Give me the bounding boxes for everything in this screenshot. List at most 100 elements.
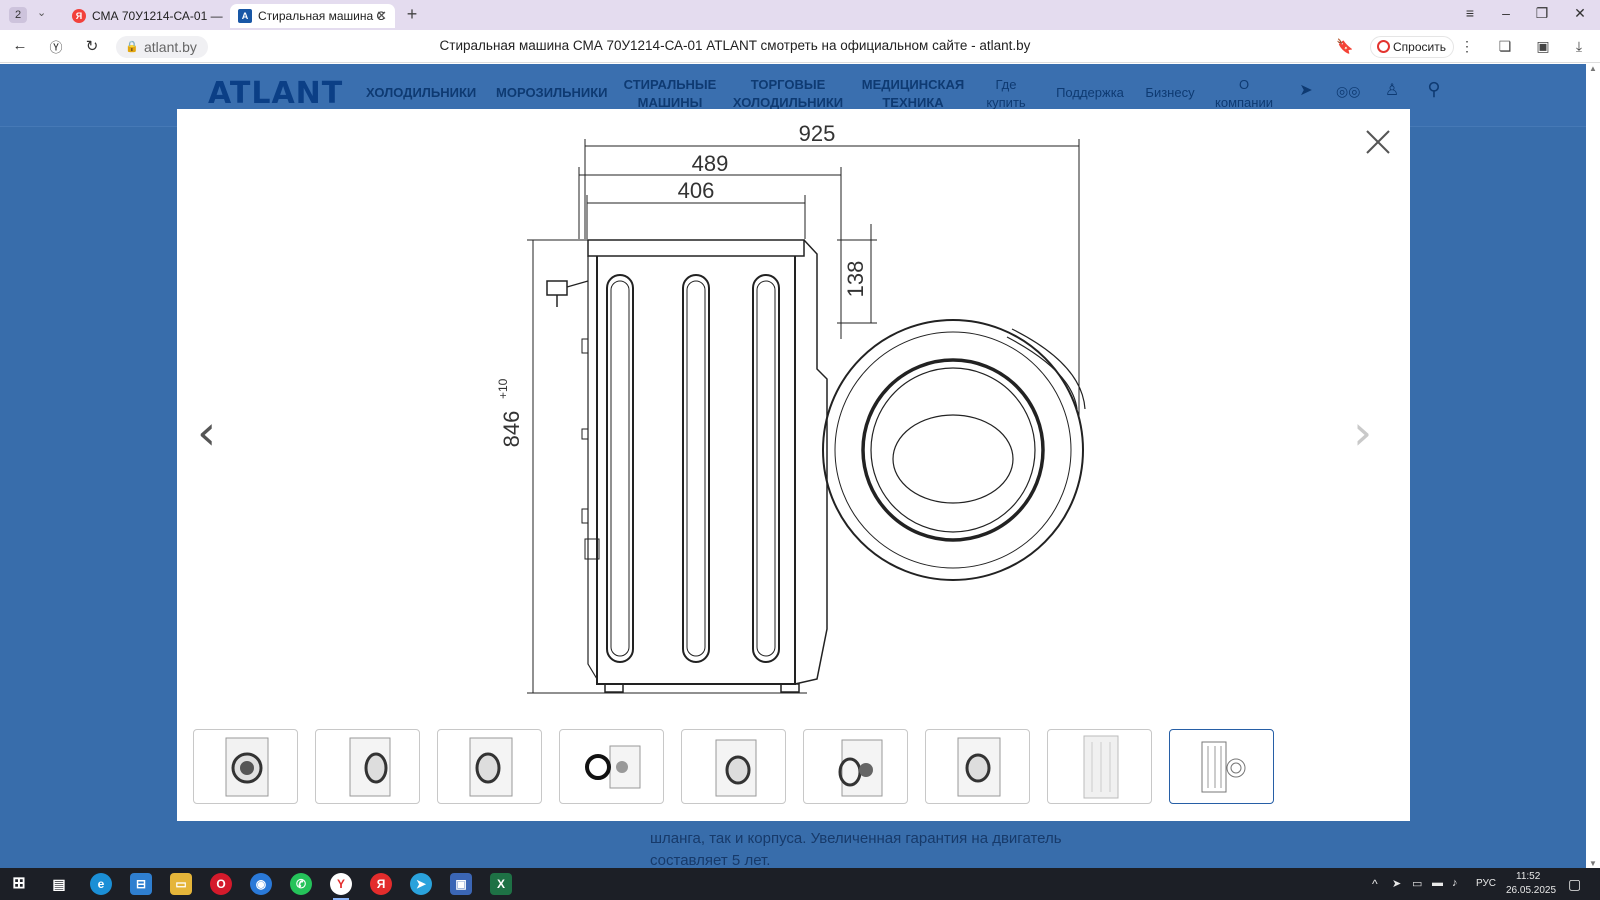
dim-tolerance: +10 — [496, 378, 510, 399]
dim-label-489: 489 — [692, 151, 729, 176]
thumbnail[interactable] — [559, 729, 664, 804]
dim-label-925: 925 — [799, 121, 836, 146]
thumbnail[interactable] — [681, 729, 786, 804]
opera-icon[interactable]: O — [210, 873, 232, 895]
dim-label-138: 138 — [843, 261, 868, 298]
telegram-icon[interactable]: ➤ — [410, 873, 432, 895]
nav-washing-machines[interactable]: СТИРАЛЬНЫЕ МАШИНЫ — [620, 76, 720, 112]
yandex-home-icon[interactable]: Ⓨ — [46, 37, 66, 56]
scroll-down-icon[interactable]: ▼ — [1589, 859, 1597, 868]
thumbnail[interactable] — [1047, 729, 1152, 804]
language-indicator[interactable]: РУС — [1476, 878, 1496, 889]
scroll-up-icon[interactable]: ▲ — [1589, 64, 1597, 73]
dimension-drawing: 925 489 406 138 846 +10 — [496, 121, 1086, 694]
more-icon[interactable]: ⋮ — [1458, 38, 1476, 55]
thumbnail[interactable] — [193, 729, 298, 804]
image-lightbox: 925 489 406 138 846 +10 ‹ › — [177, 109, 1410, 821]
close-icon[interactable] — [1363, 127, 1393, 157]
washer-side-image — [1083, 735, 1119, 799]
browser-tab-atlant[interactable]: A Стиральная машина С ✕ — [230, 4, 395, 28]
store-icon[interactable]: ⊟ — [130, 873, 152, 895]
clock-date[interactable]: 26.05.2025 — [1506, 885, 1556, 896]
washer-front-image — [225, 737, 269, 797]
compare-icon[interactable]: ◎◎ — [1336, 82, 1360, 100]
washer-angle-image — [715, 739, 757, 797]
nav-about[interactable]: О компании — [1212, 76, 1276, 112]
reload-button[interactable]: ↻ — [82, 37, 102, 55]
menu-icon[interactable]: ≡ — [1460, 5, 1480, 21]
product-description-line: шланга, так и корпуса. Увеличенная гаран… — [650, 830, 1062, 847]
extensions-icon[interactable]: ▣ — [1534, 38, 1552, 55]
bookmark-icon[interactable]: 🔖 — [1336, 38, 1354, 55]
new-tab-button[interactable]: + — [402, 5, 422, 25]
nav-commercial-fridges[interactable]: ТОРГОВЫЕ ХОЛОДИЛЬНИКИ — [728, 76, 848, 112]
notifications-icon[interactable]: ▢ — [1568, 876, 1581, 893]
task-view-icon[interactable]: ▤ — [48, 873, 70, 895]
close-tab-icon[interactable]: ✕ — [376, 4, 387, 28]
washer-door-open-image — [838, 739, 883, 797]
clock-time[interactable]: 11:52 — [1516, 871, 1540, 882]
atlant-favicon-icon: A — [238, 9, 252, 23]
url-text: atlant.by — [144, 39, 197, 55]
dim-label-846: 846 — [499, 411, 524, 448]
tab-label: СМА 70У1214-СА-01 — Я — [92, 9, 226, 23]
close-window-button[interactable]: ✕ — [1570, 5, 1590, 22]
chevron-down-icon[interactable]: ⌄ — [37, 6, 46, 19]
previous-image-arrow[interactable]: ‹ — [197, 409, 216, 457]
alice-icon — [1377, 40, 1390, 53]
whatsapp-icon[interactable]: ✆ — [290, 873, 312, 895]
app-icon[interactable]: ▣ — [450, 873, 472, 895]
back-button[interactable]: ← — [10, 37, 30, 54]
yandex-browser-icon[interactable]: Y — [330, 873, 352, 900]
tray-display-icon[interactable]: ▭ — [1412, 877, 1422, 890]
atlant-logo[interactable]: ATLANT — [208, 76, 343, 111]
page-title: Стиральная машина СМА 70У1214-СА-01 ATLA… — [439, 38, 1031, 53]
address-bar: ← Ⓨ ↻ 🔒 atlant.by Стиральная машина СМА … — [0, 30, 1600, 63]
edge-icon[interactable]: e — [90, 873, 112, 895]
downloads-icon[interactable]: ⤓ — [1570, 38, 1588, 55]
ask-alice-button[interactable]: Спросить — [1370, 36, 1454, 58]
nav-refrigerators[interactable]: ХОЛОДИЛЬНИКИ — [366, 84, 476, 102]
tab-counter[interactable]: 2 — [9, 7, 27, 23]
thumbnail-active[interactable] — [1169, 729, 1274, 804]
nav-where-to-buy[interactable]: Где купить — [985, 76, 1027, 112]
dim-label-406: 406 — [678, 178, 715, 203]
washer-door-open-image — [585, 745, 641, 789]
page-scrollbar[interactable]: ▲ ▼ — [1586, 64, 1600, 868]
thumbnail-strip — [193, 729, 1293, 805]
file-explorer-icon[interactable]: ▭ — [170, 873, 192, 895]
browser-app-icon[interactable]: ◉ — [250, 873, 272, 895]
thumbnail[interactable] — [925, 729, 1030, 804]
tab-label: Стиральная машина С — [258, 9, 386, 23]
minimize-button[interactable]: – — [1496, 5, 1516, 21]
user-icon[interactable]: ♙ — [1382, 82, 1402, 100]
yandex-icon: Я — [72, 9, 86, 23]
location-icon[interactable]: ➤ — [1296, 82, 1316, 100]
washer-angle-image — [469, 737, 513, 797]
product-description-line: составляет 5 лет. — [650, 852, 771, 868]
nav-support[interactable]: Поддержка — [1050, 84, 1130, 102]
windows-start-icon[interactable]: ⊞ — [8, 873, 30, 895]
thumbnail[interactable] — [437, 729, 542, 804]
thumbnail[interactable] — [315, 729, 420, 804]
volume-icon[interactable]: ♪ — [1452, 877, 1458, 889]
nav-medical[interactable]: МЕДИЦИНСКАЯ ТЕХНИКА — [858, 76, 968, 112]
lock-icon: 🔒 — [125, 41, 139, 53]
nav-freezers[interactable]: МОРОЗИЛЬНИКИ — [496, 84, 608, 102]
nav-business[interactable]: Бизнесу — [1140, 84, 1200, 102]
excel-icon[interactable]: X — [490, 873, 512, 895]
collections-icon[interactable]: ❏ — [1496, 38, 1514, 55]
url-field[interactable]: 🔒 atlant.by — [116, 36, 208, 58]
restore-button[interactable]: ❐ — [1532, 5, 1552, 22]
network-icon[interactable]: ▬ — [1432, 877, 1443, 889]
washer-angle-image — [957, 737, 1001, 797]
thumbnail[interactable] — [803, 729, 908, 804]
washer-dimension-drawing-image — [1201, 741, 1246, 793]
tray-telegram-icon[interactable]: ➤ — [1392, 877, 1401, 890]
washer-angle-image — [349, 737, 391, 797]
browser-tab-search[interactable]: Я СМА 70У1214-СА-01 — Я — [64, 4, 226, 28]
next-image-arrow[interactable]: › — [1353, 409, 1372, 457]
search-icon[interactable]: ⚲ — [1424, 80, 1444, 98]
tray-chevron-icon[interactable]: ^ — [1372, 877, 1378, 891]
yandex-icon[interactable]: Я — [370, 873, 392, 895]
